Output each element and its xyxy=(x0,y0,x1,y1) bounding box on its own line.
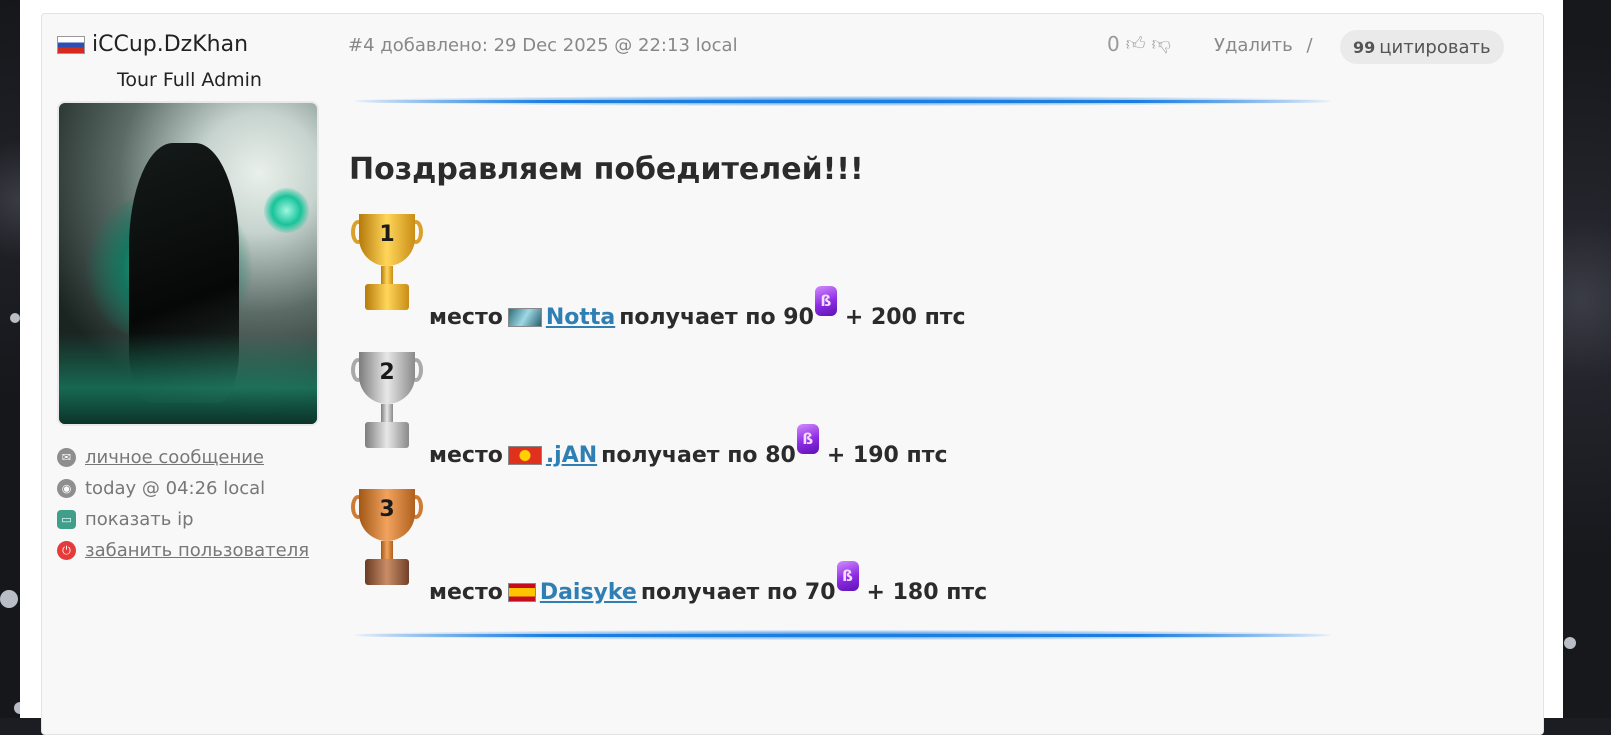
rating-count: 0 xyxy=(1107,32,1120,56)
player-link[interactable]: Daisyke xyxy=(540,580,637,605)
silver-trophy-icon: 2 xyxy=(351,352,423,452)
delete-link[interactable]: Удалить xyxy=(1214,35,1293,56)
place-1: 1 место Notta получает по 90 ß + 200 птс xyxy=(349,214,1049,330)
coin-icon: ß xyxy=(836,561,859,591)
author-name-row: iCCup.DzKhan xyxy=(57,32,322,57)
coin-icon: ß xyxy=(796,424,819,454)
quote-button[interactable]: 99 цитировать xyxy=(1340,30,1504,64)
player-link[interactable]: .jAN xyxy=(546,443,597,468)
place-line: место Daisyke получает по 70 ß + 180 птс xyxy=(429,561,988,605)
power-icon: ⏻ xyxy=(57,541,76,560)
place-word: место xyxy=(429,305,503,330)
player-flag-icon xyxy=(507,308,542,327)
player-link[interactable]: Notta xyxy=(546,305,615,330)
clock-icon: ◉ xyxy=(57,479,76,498)
player-flag-icon xyxy=(507,446,542,465)
bonus: + 190 птс xyxy=(826,443,948,468)
post-rating: 0 👍︎ 👎︎ xyxy=(1107,32,1171,56)
bronze-trophy-icon: 3 xyxy=(351,489,423,589)
divider-top xyxy=(355,96,1330,106)
divider-bottom xyxy=(355,630,1330,640)
place-rank: 3 xyxy=(379,497,395,522)
place-rank: 2 xyxy=(379,360,395,385)
amount: 90 xyxy=(783,305,814,330)
show-ip-link[interactable]: показать ip xyxy=(85,509,194,530)
coin-icon: ß xyxy=(814,286,837,316)
show-ip-action: ▭ показать ip xyxy=(57,504,322,535)
place-line: место Notta получает по 90 ß + 200 птс xyxy=(429,286,966,330)
bonus: + 180 птс xyxy=(866,580,988,605)
thumbs-down-icon[interactable]: 👎︎ xyxy=(1152,33,1171,56)
last-seen-row: ◉ today @ 04:26 local xyxy=(57,473,322,504)
forum-post: iCCup.DzKhan Tour Full Admin ✉ личное со… xyxy=(41,13,1544,735)
amount: 70 xyxy=(804,580,836,605)
envelope-icon: ✉ xyxy=(57,448,76,467)
post-title: Поздравляем победителей!!! xyxy=(349,152,864,187)
post-content: Поздравляем победителей!!! 1 место Notta… xyxy=(349,152,987,605)
russia-flag-icon xyxy=(57,35,85,54)
private-message-action: ✉ личное сообщение xyxy=(57,442,322,473)
player-flag-icon xyxy=(507,583,536,602)
ban-user-action: ⏻ забанить пользователя xyxy=(57,535,322,566)
gets-word: получает по xyxy=(640,580,798,605)
forum-container: iCCup.DzKhan Tour Full Admin ✉ личное со… xyxy=(20,0,1563,735)
avatar xyxy=(57,101,319,426)
author-role: Tour Full Admin xyxy=(117,69,262,91)
private-message-link[interactable]: личное сообщение xyxy=(85,447,264,468)
gold-trophy-icon: 1 xyxy=(351,214,423,314)
delete-row: Удалить / xyxy=(1214,35,1313,56)
place-line: место .jAN получает по 80 ß + 190 птс xyxy=(429,424,948,468)
monitor-icon: ▭ xyxy=(57,510,76,529)
delete-separator: / xyxy=(1306,35,1313,56)
gets-word: получает по xyxy=(619,305,776,330)
place-2: 2 место .jAN получает по 80 ß + 190 птс xyxy=(349,352,1049,468)
place-word: место xyxy=(429,580,503,605)
amount: 80 xyxy=(765,443,796,468)
place-word: место xyxy=(429,443,503,468)
quote-label: цитировать xyxy=(1379,36,1491,58)
bonus: + 200 птс xyxy=(844,305,966,330)
author-name[interactable]: iCCup.DzKhan xyxy=(92,32,248,57)
post-author: iCCup.DzKhan Tour Full Admin ✉ личное со… xyxy=(57,32,322,566)
gets-word: получает по xyxy=(601,443,758,468)
place-3: 3 место Daisyke получает по 70 ß + 180 птс xyxy=(349,489,1049,605)
ban-user-link[interactable]: забанить пользователя xyxy=(85,540,309,561)
thumbs-up-icon[interactable]: 👍︎ xyxy=(1126,33,1146,56)
author-actions: ✉ личное сообщение ◉ today @ 04:26 local… xyxy=(57,442,322,566)
quote-icon: 99 xyxy=(1353,37,1376,57)
post-meta: #4 добавлено: 29 Dec 2025 @ 22:13 local xyxy=(348,35,738,56)
last-seen-text: today @ 04:26 local xyxy=(85,478,266,499)
place-rank: 1 xyxy=(379,222,395,247)
